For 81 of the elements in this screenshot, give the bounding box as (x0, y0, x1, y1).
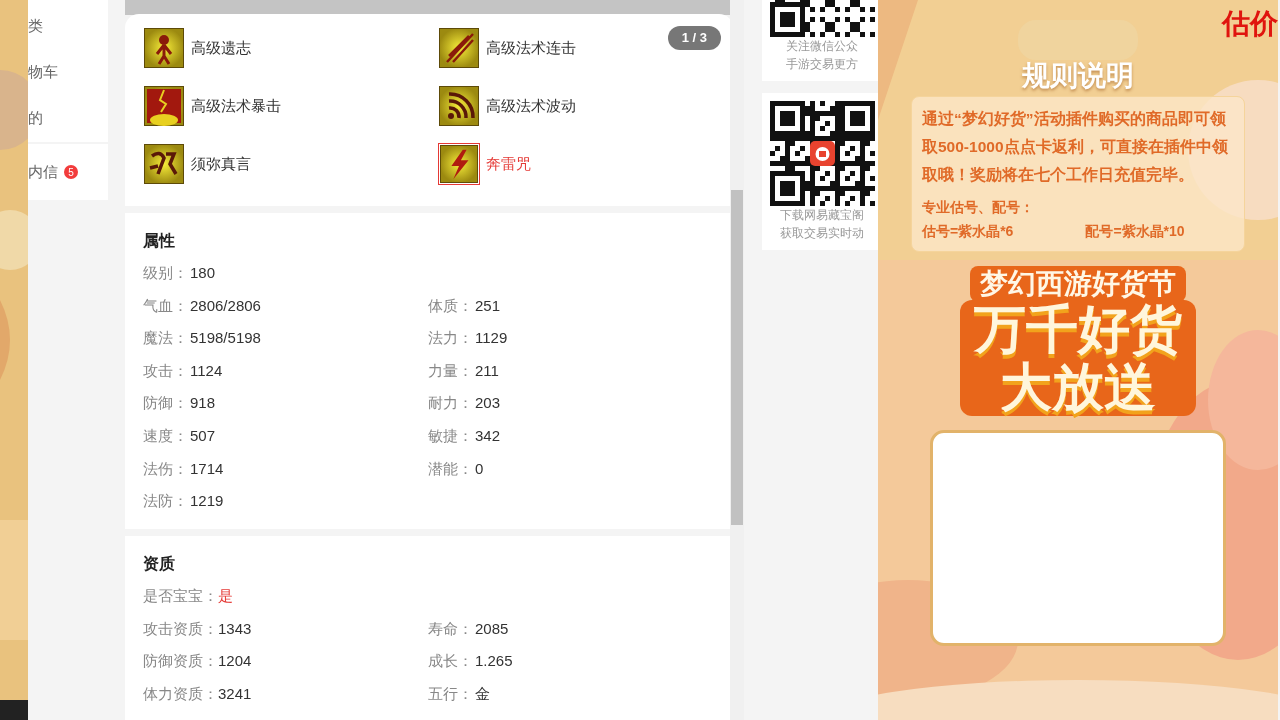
field-label: 耐力： (428, 393, 474, 414)
field-label: 气血： (143, 295, 189, 316)
field-label: 防御资质： (143, 651, 218, 672)
rules-title: 规则说明 (1022, 59, 1134, 93)
skill-icon[interactable] (143, 27, 185, 69)
skill-icon[interactable] (438, 143, 480, 185)
count-badge: 5 (64, 165, 78, 179)
field-value: 0 (475, 458, 484, 479)
qr-caption: 下载网易藏宝阁 (780, 207, 864, 224)
field-label: 法防： (143, 491, 189, 512)
field-label: 寿命： (428, 618, 474, 639)
skill-name: 奔雷咒 (486, 153, 531, 174)
field-label: 敏捷： (428, 426, 474, 446)
field-value: 2085 (475, 618, 509, 639)
field-label: 体质： (428, 295, 474, 316)
sidebar-item[interactable]: 内信 (28, 160, 58, 184)
field-label: 魔法： (143, 328, 189, 349)
field-label: 五行： (428, 683, 474, 704)
headline-text: 万千好货 (974, 300, 1182, 358)
skill-name: 高级法术连击 (486, 37, 576, 58)
figure-icon (144, 28, 184, 68)
wave-icon (439, 86, 479, 126)
app-logo-icon (809, 141, 835, 166)
field-value: 金 (475, 683, 490, 704)
section-title: 资质 (143, 554, 176, 574)
skill-name: 高级法术暴击 (191, 95, 281, 116)
sidebar-item[interactable]: 物车 (28, 60, 58, 84)
sidebar-item[interactable]: 的 (28, 106, 43, 130)
scrollbar[interactable] (730, 0, 744, 720)
field-value: 是 (218, 586, 233, 607)
field-label: 是否宝宝： (143, 586, 218, 607)
headline-text: 大放送 (1000, 358, 1156, 416)
field-value: 918 (190, 393, 216, 414)
field-value: 1129 (475, 328, 508, 349)
field-label: 成长： (428, 651, 474, 672)
skill-name: 高级法术波动 (486, 95, 576, 116)
field-value: 507 (190, 426, 216, 446)
rules-text: 通过“梦幻好货”活动插件购买的商品即可领取500-1000点点卡返利，可直接在插件中领取哦！奖励将在七个工作日充值完毕。 (922, 109, 1229, 185)
field-label: 体力资质： (143, 683, 218, 704)
qr-caption: 获取交易实时动 (780, 225, 864, 242)
qr-caption: 手游交易更方 (786, 56, 858, 73)
field-value: 2806/2806 (190, 295, 261, 316)
qr-caption: 关注微信公众 (786, 38, 858, 55)
field-label: 潜能： (428, 458, 474, 479)
skill-icon[interactable] (143, 143, 185, 185)
lightning-burst-icon (144, 86, 184, 126)
field-value: 1124 (190, 360, 223, 381)
field-value: 211 (475, 360, 499, 381)
field-label: 速度： (143, 426, 189, 446)
field-value: 1.265 (475, 651, 513, 672)
page-indicator: 1 / 3 (667, 26, 721, 50)
field-label: 法伤： (143, 458, 189, 479)
field-value: 5198/5198 (190, 328, 261, 349)
field-label: 级别： (143, 263, 189, 284)
sidebar-item[interactable]: 类 (28, 14, 43, 38)
field-value: 1714 (190, 458, 224, 479)
skill-name: 须弥真言 (191, 153, 251, 174)
field-value: 3241 (218, 683, 252, 704)
field-value: 342 (475, 426, 501, 446)
rune-icon (144, 144, 184, 184)
price-text: 估号=紫水晶*6 (922, 222, 1014, 241)
field-value: 203 (475, 393, 501, 414)
corner-label: 估价 (1222, 8, 1278, 40)
field-label: 攻击资质： (143, 618, 218, 639)
rules-subheading: 专业估号、配号： (922, 198, 1035, 217)
section-title: 属性 (143, 231, 176, 251)
field-value: 180 (190, 263, 216, 284)
field-label: 力量： (428, 360, 474, 381)
field-label: 防御： (143, 393, 189, 414)
skill-icon[interactable] (438, 85, 480, 127)
skill-icon[interactable] (143, 85, 185, 127)
price-text: 配号=紫水晶*10 (1085, 222, 1185, 241)
festival-banner: 梦幻西游好货节 (970, 266, 1186, 302)
field-label: 攻击： (143, 360, 189, 381)
lightning-icon (440, 145, 478, 183)
field-value: 1204 (218, 651, 252, 672)
field-value: 251 (475, 295, 501, 316)
field-value: 1219 (190, 491, 224, 512)
field-value: 1343 (218, 618, 252, 639)
skill-name: 高级遗志 (191, 37, 251, 58)
field-label: 法力： (428, 328, 474, 349)
